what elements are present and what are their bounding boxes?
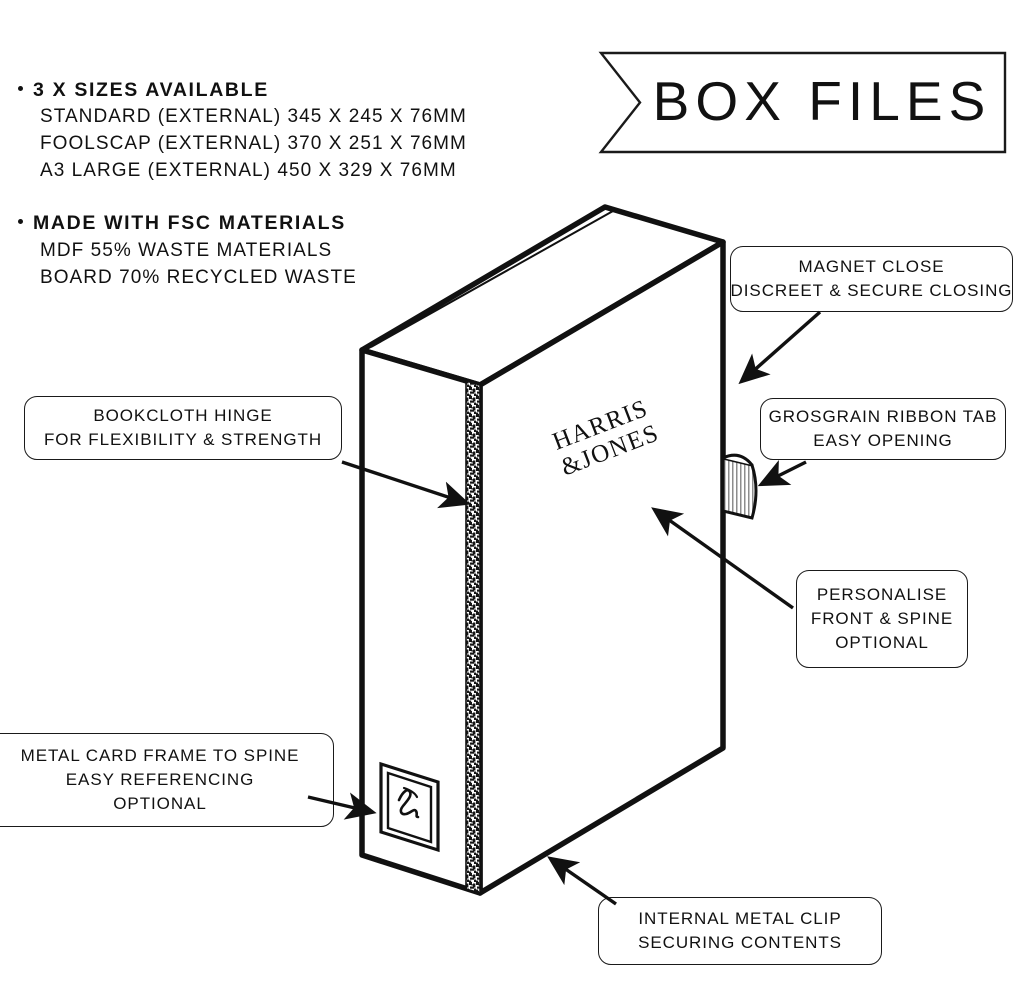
callout-line: PERSONALISE [816,584,948,604]
box-file-illustration [359,204,758,896]
callout-line: MAGNET CLOSE [798,256,945,276]
callout-personalise: PERSONALISE FRONT & SPINE OPTIONAL [796,570,968,668]
callout-line: GROSGRAIN RIBBON TAB [768,406,998,426]
callout-line: METAL CARD FRAME TO SPINE [20,745,300,765]
callout-line: DISCREET & SECURE CLOSING [730,281,1013,300]
callout-line: FRONT & SPINE [810,608,954,628]
callout-line: OPTIONAL [835,633,929,653]
callout-line: SECURING CONTENTS [638,933,842,952]
callout-line: EASY OPENING [813,431,953,450]
callout-line: FOR FLEXIBILITY & STRENGTH [43,430,323,449]
callout-line: BOOKCLOTH HINGE [93,405,273,425]
callout-line: OPTIONAL [113,794,207,814]
callout-line: EASY REFERENCING [65,769,255,789]
callout-magnet-close: MAGNET CLOSE DISCREET & SECURE CLOSING [730,246,1013,312]
callout-internal-metal-clip: INTERNAL METAL CLIP SECURING CONTENTS [598,897,882,965]
bookcloth-hinge-strip [465,379,481,895]
grosgrain-ribbon-tab [721,453,758,520]
callout-line: INTERNAL METAL CLIP [638,908,842,928]
callout-bookcloth-hinge: BOOKCLOTH HINGE FOR FLEXIBILITY & STRENG… [24,396,342,460]
callout-metal-card-frame: METAL CARD FRAME TO SPINE EASY REFERENCI… [0,733,334,827]
callout-grosgrain-ribbon-tab: GROSGRAIN RIBBON TAB EASY OPENING [760,398,1006,460]
